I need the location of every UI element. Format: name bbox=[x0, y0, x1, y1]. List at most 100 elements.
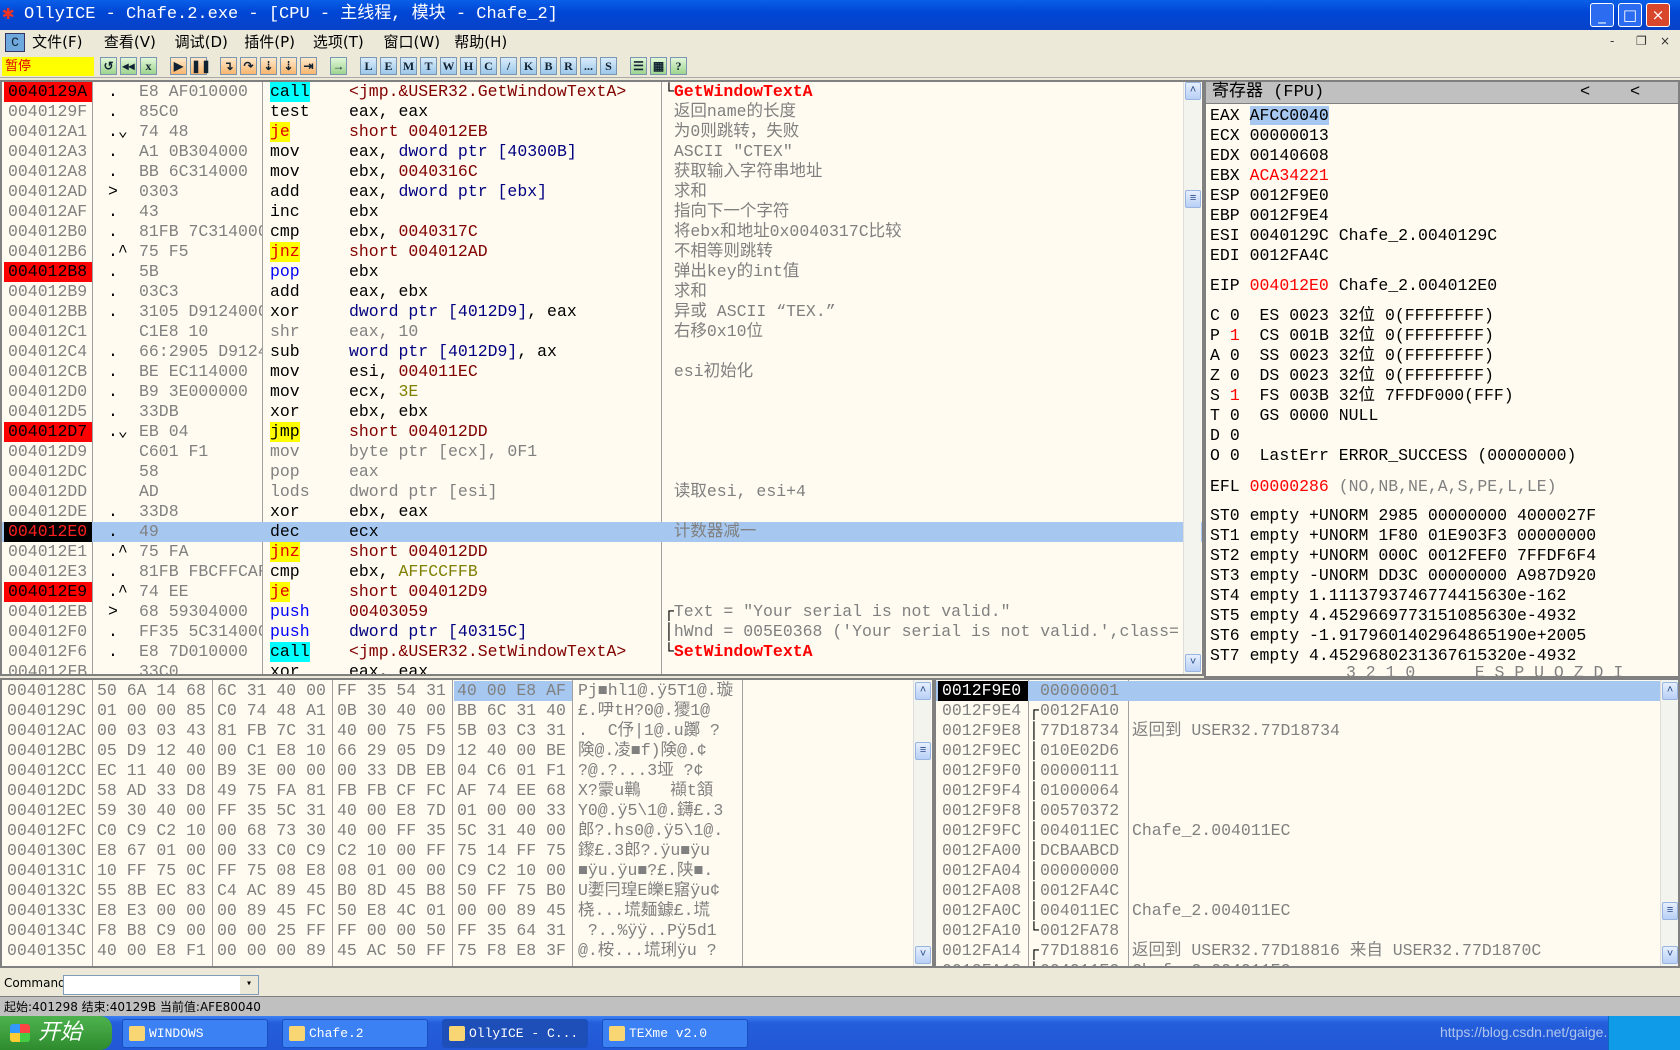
log-window-icon[interactable]: L bbox=[360, 57, 377, 75]
cpu-window-icon[interactable]: C bbox=[5, 33, 25, 52]
fpu-st1[interactable]: ST1 empty +UNORM 1F80 01E903F3 00000000 bbox=[1210, 526, 1596, 546]
dump-row[interactable]: 0040130C E8 67 01 00 00 33 C0 C9 C2 10 00 F… bbox=[2, 841, 932, 861]
disasm-row[interactable]: 004012D9 C601 F1 mov byte ptr [ecx], 0F1 bbox=[2, 442, 1202, 462]
flag-a[interactable]: A 0 SS 0023 32位 0(FFFFFFFF) bbox=[1210, 346, 1494, 366]
disasm-row[interactable]: 004012B0. 81FB 7C314000 cmp ebx, 0040317C 将… bbox=[2, 222, 1202, 242]
stack-row[interactable]: 0012F9E0 00000001 bbox=[936, 681, 1678, 701]
trace-over-icon[interactable]: ⇣ bbox=[280, 57, 297, 75]
menu-6[interactable]: 帮助(H) bbox=[454, 30, 507, 55]
register-edx[interactable]: EDX 00140608 bbox=[1210, 146, 1339, 166]
flag-z[interactable]: Z 0 DS 0023 32位 0(FFFFFFFF) bbox=[1210, 366, 1494, 386]
mdi-close-button[interactable]: × bbox=[1660, 34, 1670, 48]
modules-icon[interactable]: E bbox=[380, 57, 397, 75]
breakpoints-icon[interactable]: B bbox=[540, 57, 557, 75]
disasm-row[interactable]: 004012F6. E8 7D010000 call <jmp.&USER32.Set… bbox=[2, 642, 1202, 662]
stack-row[interactable]: 0012F9EC │ 010E02D6 bbox=[936, 741, 1678, 761]
register-ecx[interactable]: ECX 00000013 bbox=[1210, 126, 1339, 146]
flag-p[interactable]: P 1 CS 001B 32位 0(FFFFFFFF) bbox=[1210, 326, 1494, 346]
taskbar-item[interactable]: WINDOWS bbox=[122, 1019, 268, 1048]
scroll-down-button[interactable]: ˅ bbox=[1662, 946, 1678, 964]
register-ebp[interactable]: EBP 0012F9E4 bbox=[1210, 206, 1339, 226]
source-icon[interactable]: S bbox=[600, 57, 617, 75]
register-esp[interactable]: ESP 0012F9E0 bbox=[1210, 186, 1339, 206]
disasm-row[interactable]: 004012DD AD lods dword ptr [esi] 读取esi, esi… bbox=[2, 482, 1202, 502]
memory-map-icon[interactable]: M bbox=[400, 57, 417, 75]
registers-prev-button[interactable]: < bbox=[1580, 82, 1590, 104]
fpu-st2[interactable]: ST2 empty +UNORM 000C 0012FEF0 7FFDF6F4 bbox=[1210, 546, 1596, 566]
dump-scrollbar[interactable]: ˄ ≡ ˅ bbox=[913, 680, 931, 966]
fpu-st5[interactable]: ST5 empty 4.4529669773151085630e-4932 bbox=[1210, 606, 1576, 626]
fpu-footer[interactable]: 3 2 1 0 E S P U O Z D I bbox=[1346, 663, 1623, 677]
mdi-restore-button[interactable]: ❐ bbox=[1636, 34, 1647, 48]
maximize-button[interactable]: □ bbox=[1618, 3, 1642, 27]
stack-row[interactable]: 0012FA08 │ 0012FA4C bbox=[936, 881, 1678, 901]
disasm-row[interactable]: 004012E0. 49 dec ecx 计数器减一 bbox=[2, 522, 1202, 542]
menu-2[interactable]: 调试(D) bbox=[175, 30, 228, 55]
scroll-thumb[interactable]: ≡ bbox=[1662, 902, 1678, 920]
dump-row[interactable]: 0040129C 01 00 00 85 C0 74 48 A1 0B 30 40 0… bbox=[2, 701, 932, 721]
command-dropdown-button[interactable]: ▾ bbox=[240, 976, 258, 994]
fpu-st0[interactable]: ST0 empty +UNORM 2985 00000000 4000027F bbox=[1210, 506, 1596, 526]
disasm-row[interactable]: 004012B9. 03C3 add eax, ebx 求和 bbox=[2, 282, 1202, 302]
flag-t[interactable]: T 0 GS 0000 NULL bbox=[1210, 406, 1378, 426]
menu-5[interactable]: 窗口(W) bbox=[384, 30, 441, 55]
appearance-icon[interactable]: ▦ bbox=[650, 57, 667, 75]
register-efl[interactable]: EFL 00000286 (NO,NB,NE,A,S,PE,L,LE) bbox=[1210, 477, 1557, 497]
memory-dump-pane[interactable]: 0040128C 50 6A 14 68 6C 31 40 00 FF 35 54 3… bbox=[0, 678, 934, 968]
register-esi[interactable]: ESI 0040129C Chafe_2.0040129C bbox=[1210, 226, 1497, 246]
disasm-row[interactable]: 004012EB >68 59304000 push 00403059 ┌Text = … bbox=[2, 602, 1202, 622]
dump-row[interactable]: 0040133C E8 E3 00 00 00 89 45 FC 50 E8 4C 0… bbox=[2, 901, 932, 921]
mdi-minimize-button[interactable]: - bbox=[1610, 34, 1614, 48]
stack-row[interactable]: 0012FA00 │ DCBAABCD bbox=[936, 841, 1678, 861]
stack-row[interactable]: 0012FA10 └ 0012FA78 bbox=[936, 921, 1678, 941]
scroll-down-button[interactable]: ˅ bbox=[915, 946, 931, 964]
call-stack-icon[interactable]: K bbox=[520, 57, 537, 75]
register-eax[interactable]: EAX AFCC0040 bbox=[1210, 106, 1339, 126]
stack-pane[interactable]: 0012F9E0 00000001 0012F9E4 ┌ 0012FA10 0012F9E… bbox=[934, 678, 1680, 968]
dump-row[interactable]: 004012AC 00 03 03 43 81 FB 7C 31 40 00 75 F… bbox=[2, 721, 932, 741]
dump-row[interactable]: 004012EC 59 30 40 00 FF 35 5C 31 40 00 E8 7… bbox=[2, 801, 932, 821]
disasm-row[interactable]: 004012F0. FF35 5C314000 push dword ptr [403… bbox=[2, 622, 1202, 642]
execute-till-return-icon[interactable]: ⇥ bbox=[300, 57, 317, 75]
stack-row[interactable]: 0012F9F4 │ 01000064 bbox=[936, 781, 1678, 801]
step-into-icon[interactable]: ↴ bbox=[220, 57, 237, 75]
disasm-row[interactable]: 004012A1 .⌄ 74 48 je short 004012EB 为0则跳转，失败 bbox=[2, 122, 1202, 142]
disasm-row[interactable]: 004012E3. 81FB FBCFFCAF cmp ebx, AFFCCFFB bbox=[2, 562, 1202, 582]
scroll-up-button[interactable]: ˄ bbox=[1662, 682, 1678, 700]
dump-row[interactable]: 0040131C 10 FF 75 0C FF 75 08 E8 08 01 00 0… bbox=[2, 861, 932, 881]
dump-row[interactable]: 0040135C 40 00 E8 F1 00 00 00 89 45 AC 50 F… bbox=[2, 941, 932, 961]
stack-row[interactable]: 0012FA0C │ 004011EC Chafe_2.004011EC bbox=[936, 901, 1678, 921]
disasm-row[interactable]: 004012C1 C1E8 10 shr eax, 10 右移0x10位 bbox=[2, 322, 1202, 342]
trace-into-icon[interactable]: ⇣ bbox=[260, 57, 277, 75]
dump-row[interactable]: 0040134C F8 B8 C9 00 00 00 25 FF FF 00 00 5… bbox=[2, 921, 932, 941]
stack-row[interactable]: 0012F9F8 │ 00570372 bbox=[936, 801, 1678, 821]
fpu-st6[interactable]: ST6 empty -1.9179601402964865190e+2005 bbox=[1210, 626, 1586, 646]
stack-row[interactable]: 0012F9F0 │ 00000111 bbox=[936, 761, 1678, 781]
disasm-row[interactable]: 0040129A. E8 AF010000 call <jmp.&USER32.Get… bbox=[2, 82, 1202, 102]
dump-row[interactable]: 004012DC 58 AD 33 D8 49 75 FA 81 FB FB CF F… bbox=[2, 781, 932, 801]
disasm-row[interactable]: 004012B8. 5B pop ebx 弹出key的int值 bbox=[2, 262, 1202, 282]
threads-icon[interactable]: T bbox=[420, 57, 437, 75]
taskbar-item[interactable]: OllyICE - C... bbox=[442, 1019, 588, 1048]
scroll-thumb[interactable]: ≡ bbox=[915, 742, 931, 760]
disasm-row[interactable]: 004012C4. 66:2905 D9124000 sub word ptr [40… bbox=[2, 342, 1202, 362]
disassembly-scrollbar[interactable]: ˄ ≡ ˅ bbox=[1183, 82, 1201, 674]
flag-s[interactable]: S 1 FS 003B 32位 7FFDF000(FFF) bbox=[1210, 386, 1514, 406]
disasm-row[interactable]: 004012DE. 33D8 xor ebx, eax bbox=[2, 502, 1202, 522]
registers-header[interactable]: 寄存器 (FPU) < < bbox=[1206, 82, 1678, 104]
stack-scrollbar[interactable]: ˄ ≡ ˅ bbox=[1660, 680, 1678, 966]
step-over-icon[interactable]: ↷ bbox=[240, 57, 257, 75]
windows-icon[interactable]: W bbox=[440, 57, 457, 75]
disasm-row[interactable]: 004012D5. 33DB xor ebx, ebx bbox=[2, 402, 1202, 422]
patches-icon[interactable]: / bbox=[500, 57, 517, 75]
stack-row[interactable]: 0012FA14 ┌ 77D18816 返回到 USER32.77D18816 来自 … bbox=[936, 941, 1678, 961]
options-icon[interactable]: ☰ bbox=[630, 57, 647, 75]
minimize-button[interactable]: _ bbox=[1590, 3, 1614, 27]
dump-row[interactable]: 0040128C 50 6A 14 68 6C 31 40 00 FF 35 54 3… bbox=[2, 681, 932, 701]
flag-o[interactable]: O 0 LastErr ERROR_SUCCESS (00000000) bbox=[1210, 446, 1576, 466]
scroll-down-button[interactable]: ˅ bbox=[1185, 654, 1201, 672]
goto-icon[interactable]: → bbox=[330, 57, 347, 75]
flag-d[interactable]: D 0 bbox=[1210, 426, 1260, 446]
disasm-row[interactable]: 004012BB. 3105 D9124000 xor dword ptr [4012… bbox=[2, 302, 1202, 322]
disasm-row[interactable]: 004012AD >0303 add eax, dword ptr [ebx] 求和 bbox=[2, 182, 1202, 202]
